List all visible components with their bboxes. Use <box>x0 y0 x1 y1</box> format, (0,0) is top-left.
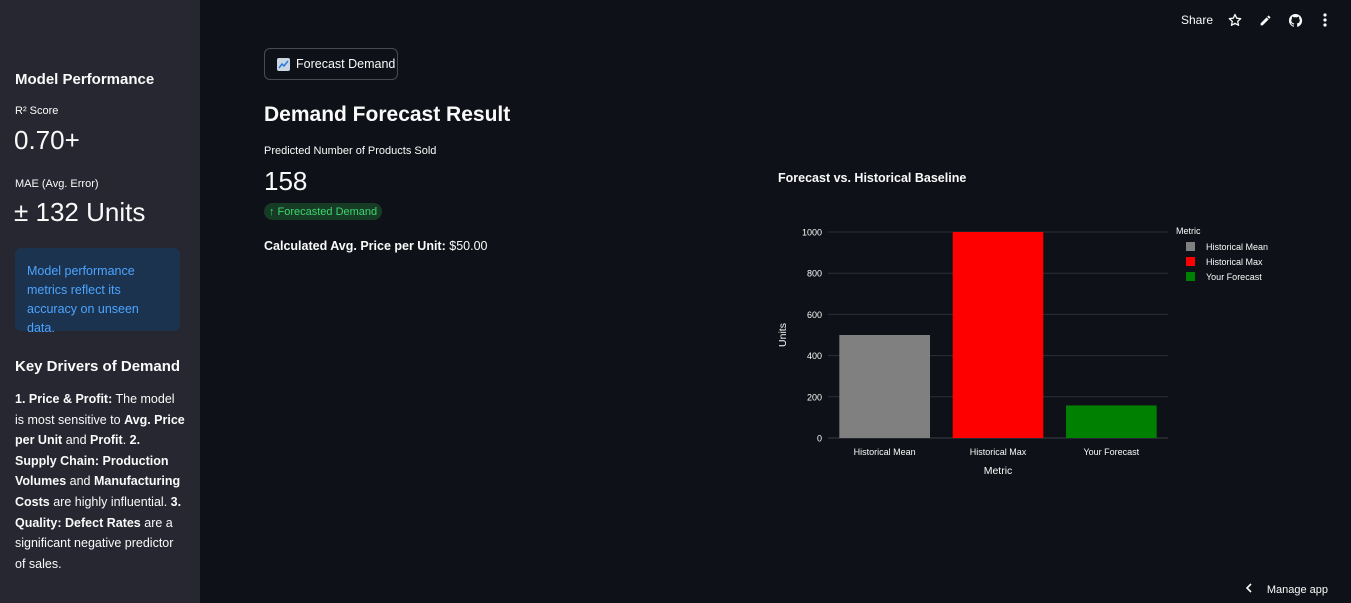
more-vertical-icon[interactable] <box>1317 12 1333 28</box>
y-tick-label: 1000 <box>802 228 822 238</box>
manage-app-button[interactable]: Manage app <box>1245 583 1328 596</box>
delta-badge: ↑ Forecasted Demand <box>264 203 383 220</box>
bar-chart: 0 200 400 600 800 1000 Historical Mean Historic… <box>777 226 1268 477</box>
avg-price: Calculated Avg. Price per Unit: $50.00 <box>264 239 487 253</box>
avg-price-value: $50.00 <box>445 239 488 253</box>
pencil-icon[interactable] <box>1257 12 1273 28</box>
driver-bold: Profit <box>90 433 123 448</box>
delta-label: Forecasted Demand <box>277 205 378 218</box>
y-tick-label: 0 <box>817 434 822 444</box>
predicted-label: Predicted Number of Products Sold <box>264 145 437 157</box>
bar <box>839 335 930 438</box>
legend-swatch <box>1186 242 1195 251</box>
manage-app-label: Manage app <box>1266 583 1328 596</box>
forecast-demand-button[interactable]: Forecast Demand <box>264 48 398 80</box>
y-tick-label: 200 <box>807 392 822 402</box>
legend-title: Metric <box>1176 226 1201 236</box>
y-tick-label: 800 <box>807 269 822 279</box>
drivers-text: 1. Price & Profit: The model is most sen… <box>15 389 185 574</box>
x-tick-label: Your Forecast <box>1083 447 1139 457</box>
top-toolbar: Share <box>1181 11 1333 29</box>
driver-text: . <box>122 433 130 448</box>
r2-value: 0.70+ <box>14 125 80 155</box>
chart-title: Forecast vs. Historical Baseline <box>778 171 967 185</box>
driver-bold: Defect Rates <box>65 515 141 530</box>
r2-label: R² Score <box>15 105 59 117</box>
sidebar: Model Performance R² Score 0.70+ MAE (Av… <box>0 0 200 603</box>
sidebar-heading: Model Performance <box>15 71 155 88</box>
driver-text: and <box>66 474 94 489</box>
arrow-up-icon: ↑ <box>269 205 275 218</box>
mae-value: ± 132 Units <box>14 197 146 227</box>
driver-text: and <box>62 433 91 448</box>
y-tick-label: 600 <box>807 310 822 320</box>
github-icon[interactable] <box>1287 12 1303 28</box>
driver-text: are highly influential. <box>49 494 171 509</box>
y-axis-title: Units <box>777 323 789 347</box>
x-axis-title: Metric <box>984 465 1013 477</box>
predicted-value: 158 <box>264 166 308 196</box>
chart-emoji-icon <box>277 57 290 71</box>
legend-label: Historical Mean <box>1206 242 1268 252</box>
mae-label: MAE (Avg. Error) <box>15 178 99 190</box>
legend-label: Historical Max <box>1206 257 1263 267</box>
x-tick-label: Historical Mean <box>854 447 916 457</box>
bar <box>952 232 1044 438</box>
drivers-heading: Key Drivers of Demand <box>15 358 181 375</box>
avg-price-label: Calculated Avg. Price per Unit: <box>264 239 446 253</box>
legend-swatch <box>1186 257 1195 266</box>
bar <box>1066 405 1157 438</box>
result-title: Demand Forecast Result <box>264 103 511 126</box>
legend-swatch <box>1186 272 1195 281</box>
share-button[interactable]: Share <box>1181 13 1213 27</box>
chevron-left-icon <box>1245 583 1253 596</box>
legend-label: Your Forecast <box>1206 272 1262 282</box>
star-icon[interactable] <box>1227 12 1243 28</box>
x-tick-label: Historical Max <box>970 447 1027 457</box>
y-tick-label: 400 <box>807 351 822 361</box>
info-box: Model performance metrics reflect its ac… <box>15 248 180 335</box>
forecast-demand-label: Forecast Demand <box>296 57 396 71</box>
driver-bold: 1. Price & Profit: <box>15 392 113 406</box>
